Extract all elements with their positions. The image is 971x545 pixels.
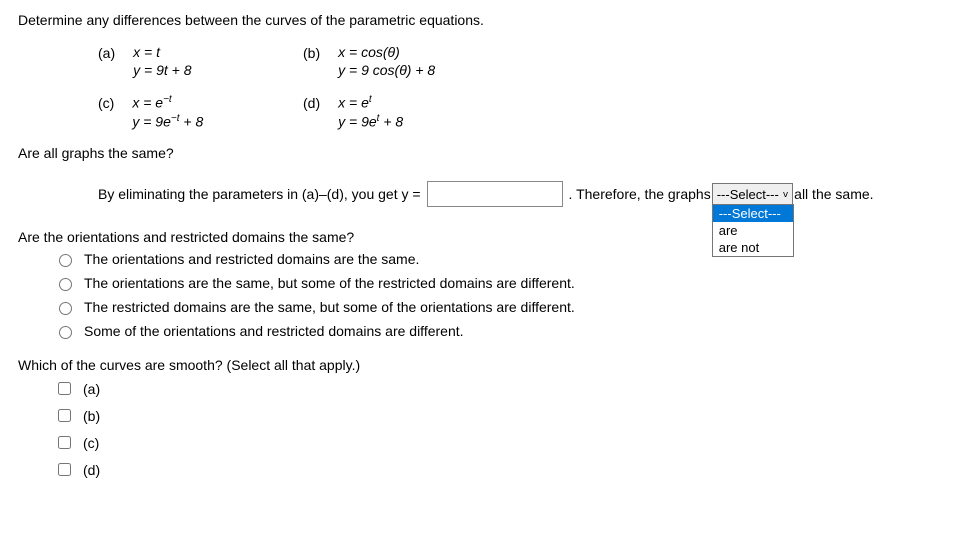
y-equals-input[interactable] bbox=[427, 181, 563, 207]
eq-a-y: y = 9t + 8 bbox=[133, 62, 191, 78]
equation-a: (a) x = t y = 9t + 8 bbox=[98, 44, 303, 80]
fill-suffix: all the same. bbox=[794, 186, 873, 202]
chevron-down-icon: ⅴ bbox=[783, 189, 788, 200]
check-a[interactable] bbox=[58, 382, 71, 395]
radio-option-2[interactable] bbox=[59, 278, 72, 291]
select-option[interactable]: ---Select--- bbox=[713, 205, 793, 222]
eq-d-y: y = 9et + 8 bbox=[338, 113, 403, 130]
radio-option-4[interactable] bbox=[59, 326, 72, 339]
eq-d-label: (d) bbox=[303, 94, 320, 111]
question-2: Are the orientations and restricted doma… bbox=[18, 229, 953, 245]
eq-a-label: (a) bbox=[98, 44, 115, 61]
select-option[interactable]: are not bbox=[713, 239, 793, 256]
eq-b-x: x = cos(θ) bbox=[338, 44, 435, 60]
radio-option-1[interactable] bbox=[59, 254, 72, 267]
select-option[interactable]: are bbox=[713, 222, 793, 239]
check-label: (c) bbox=[83, 435, 99, 451]
fill-prefix: By eliminating the parameters in (a)–(d)… bbox=[98, 186, 421, 202]
eq-d-x: x = et bbox=[338, 94, 403, 111]
check-d[interactable] bbox=[58, 463, 71, 476]
equation-d: (d) x = et y = 9et + 8 bbox=[303, 94, 553, 131]
check-label: (b) bbox=[83, 408, 100, 424]
radio-label: Some of the orientations and restricted … bbox=[84, 323, 464, 339]
question-3: Which of the curves are smooth? (Select … bbox=[18, 357, 953, 373]
eq-c-label: (c) bbox=[98, 94, 114, 111]
eq-c-x: x = e−t bbox=[132, 94, 203, 111]
check-label: (a) bbox=[83, 381, 100, 397]
check-c[interactable] bbox=[58, 436, 71, 449]
question-1: Are all graphs the same? bbox=[18, 145, 953, 161]
equation-c: (c) x = e−t y = 9e−t + 8 bbox=[98, 94, 303, 131]
eq-a-x: x = t bbox=[133, 44, 191, 60]
eq-c-y: y = 9e−t + 8 bbox=[132, 113, 203, 130]
fill-mid: . Therefore, the graphs bbox=[569, 186, 711, 202]
radio-label: The orientations are the same, but some … bbox=[84, 275, 575, 291]
eq-b-label: (b) bbox=[303, 44, 320, 61]
radio-option-3[interactable] bbox=[59, 302, 72, 315]
radio-label: The orientations and restricted domains … bbox=[84, 251, 419, 267]
problem-statement: Determine any differences between the cu… bbox=[18, 12, 953, 28]
check-label: (d) bbox=[83, 462, 100, 478]
equation-b: (b) x = cos(θ) y = 9 cos(θ) + 8 bbox=[303, 44, 553, 80]
eq-b-y: y = 9 cos(θ) + 8 bbox=[338, 62, 435, 78]
radio-label: The restricted domains are the same, but… bbox=[84, 299, 575, 315]
select-dropdown: ---Select--- are are not bbox=[712, 204, 794, 257]
check-b[interactable] bbox=[58, 409, 71, 422]
same-select[interactable]: ---Select--- ⅴ ---Select--- are are not bbox=[712, 183, 793, 205]
